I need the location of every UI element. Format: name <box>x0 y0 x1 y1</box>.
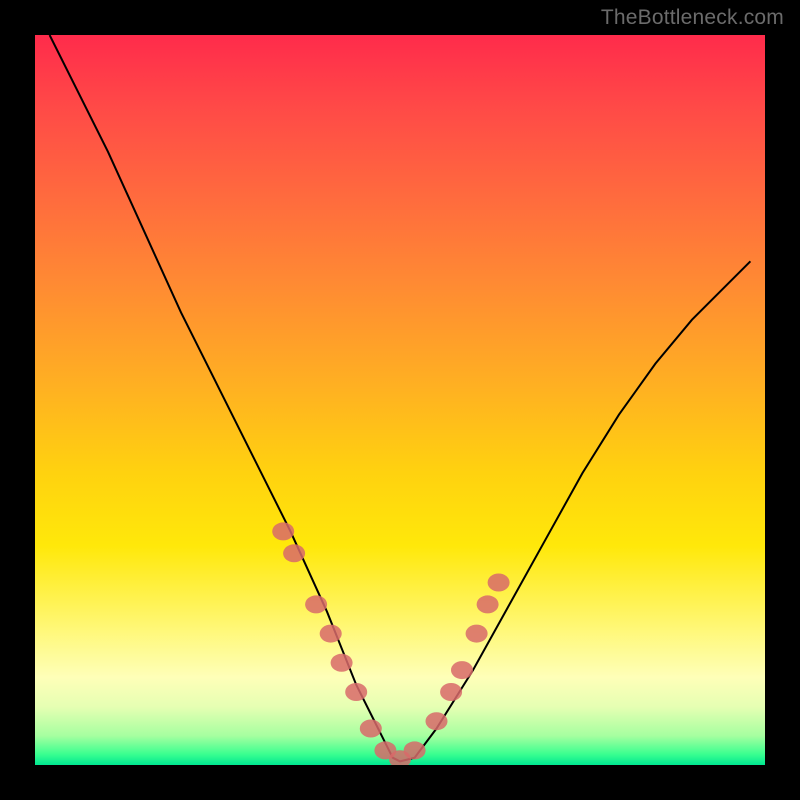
marker-point <box>477 595 499 613</box>
chart-container: TheBottleneck.com <box>0 0 800 800</box>
plot-area <box>35 35 765 765</box>
marker-point <box>320 625 342 643</box>
highlight-markers <box>272 522 509 765</box>
marker-point <box>488 574 510 592</box>
marker-point <box>360 720 382 738</box>
marker-point <box>283 544 305 562</box>
chart-svg <box>35 35 765 765</box>
marker-point <box>305 595 327 613</box>
marker-point <box>272 522 294 540</box>
marker-point <box>466 625 488 643</box>
marker-point <box>331 654 353 672</box>
marker-point <box>345 683 367 701</box>
marker-point <box>451 661 473 679</box>
bottleneck-curve <box>50 35 751 761</box>
marker-point <box>440 683 462 701</box>
watermark-text: TheBottleneck.com <box>601 6 784 30</box>
marker-point <box>404 741 426 759</box>
marker-point <box>426 712 448 730</box>
